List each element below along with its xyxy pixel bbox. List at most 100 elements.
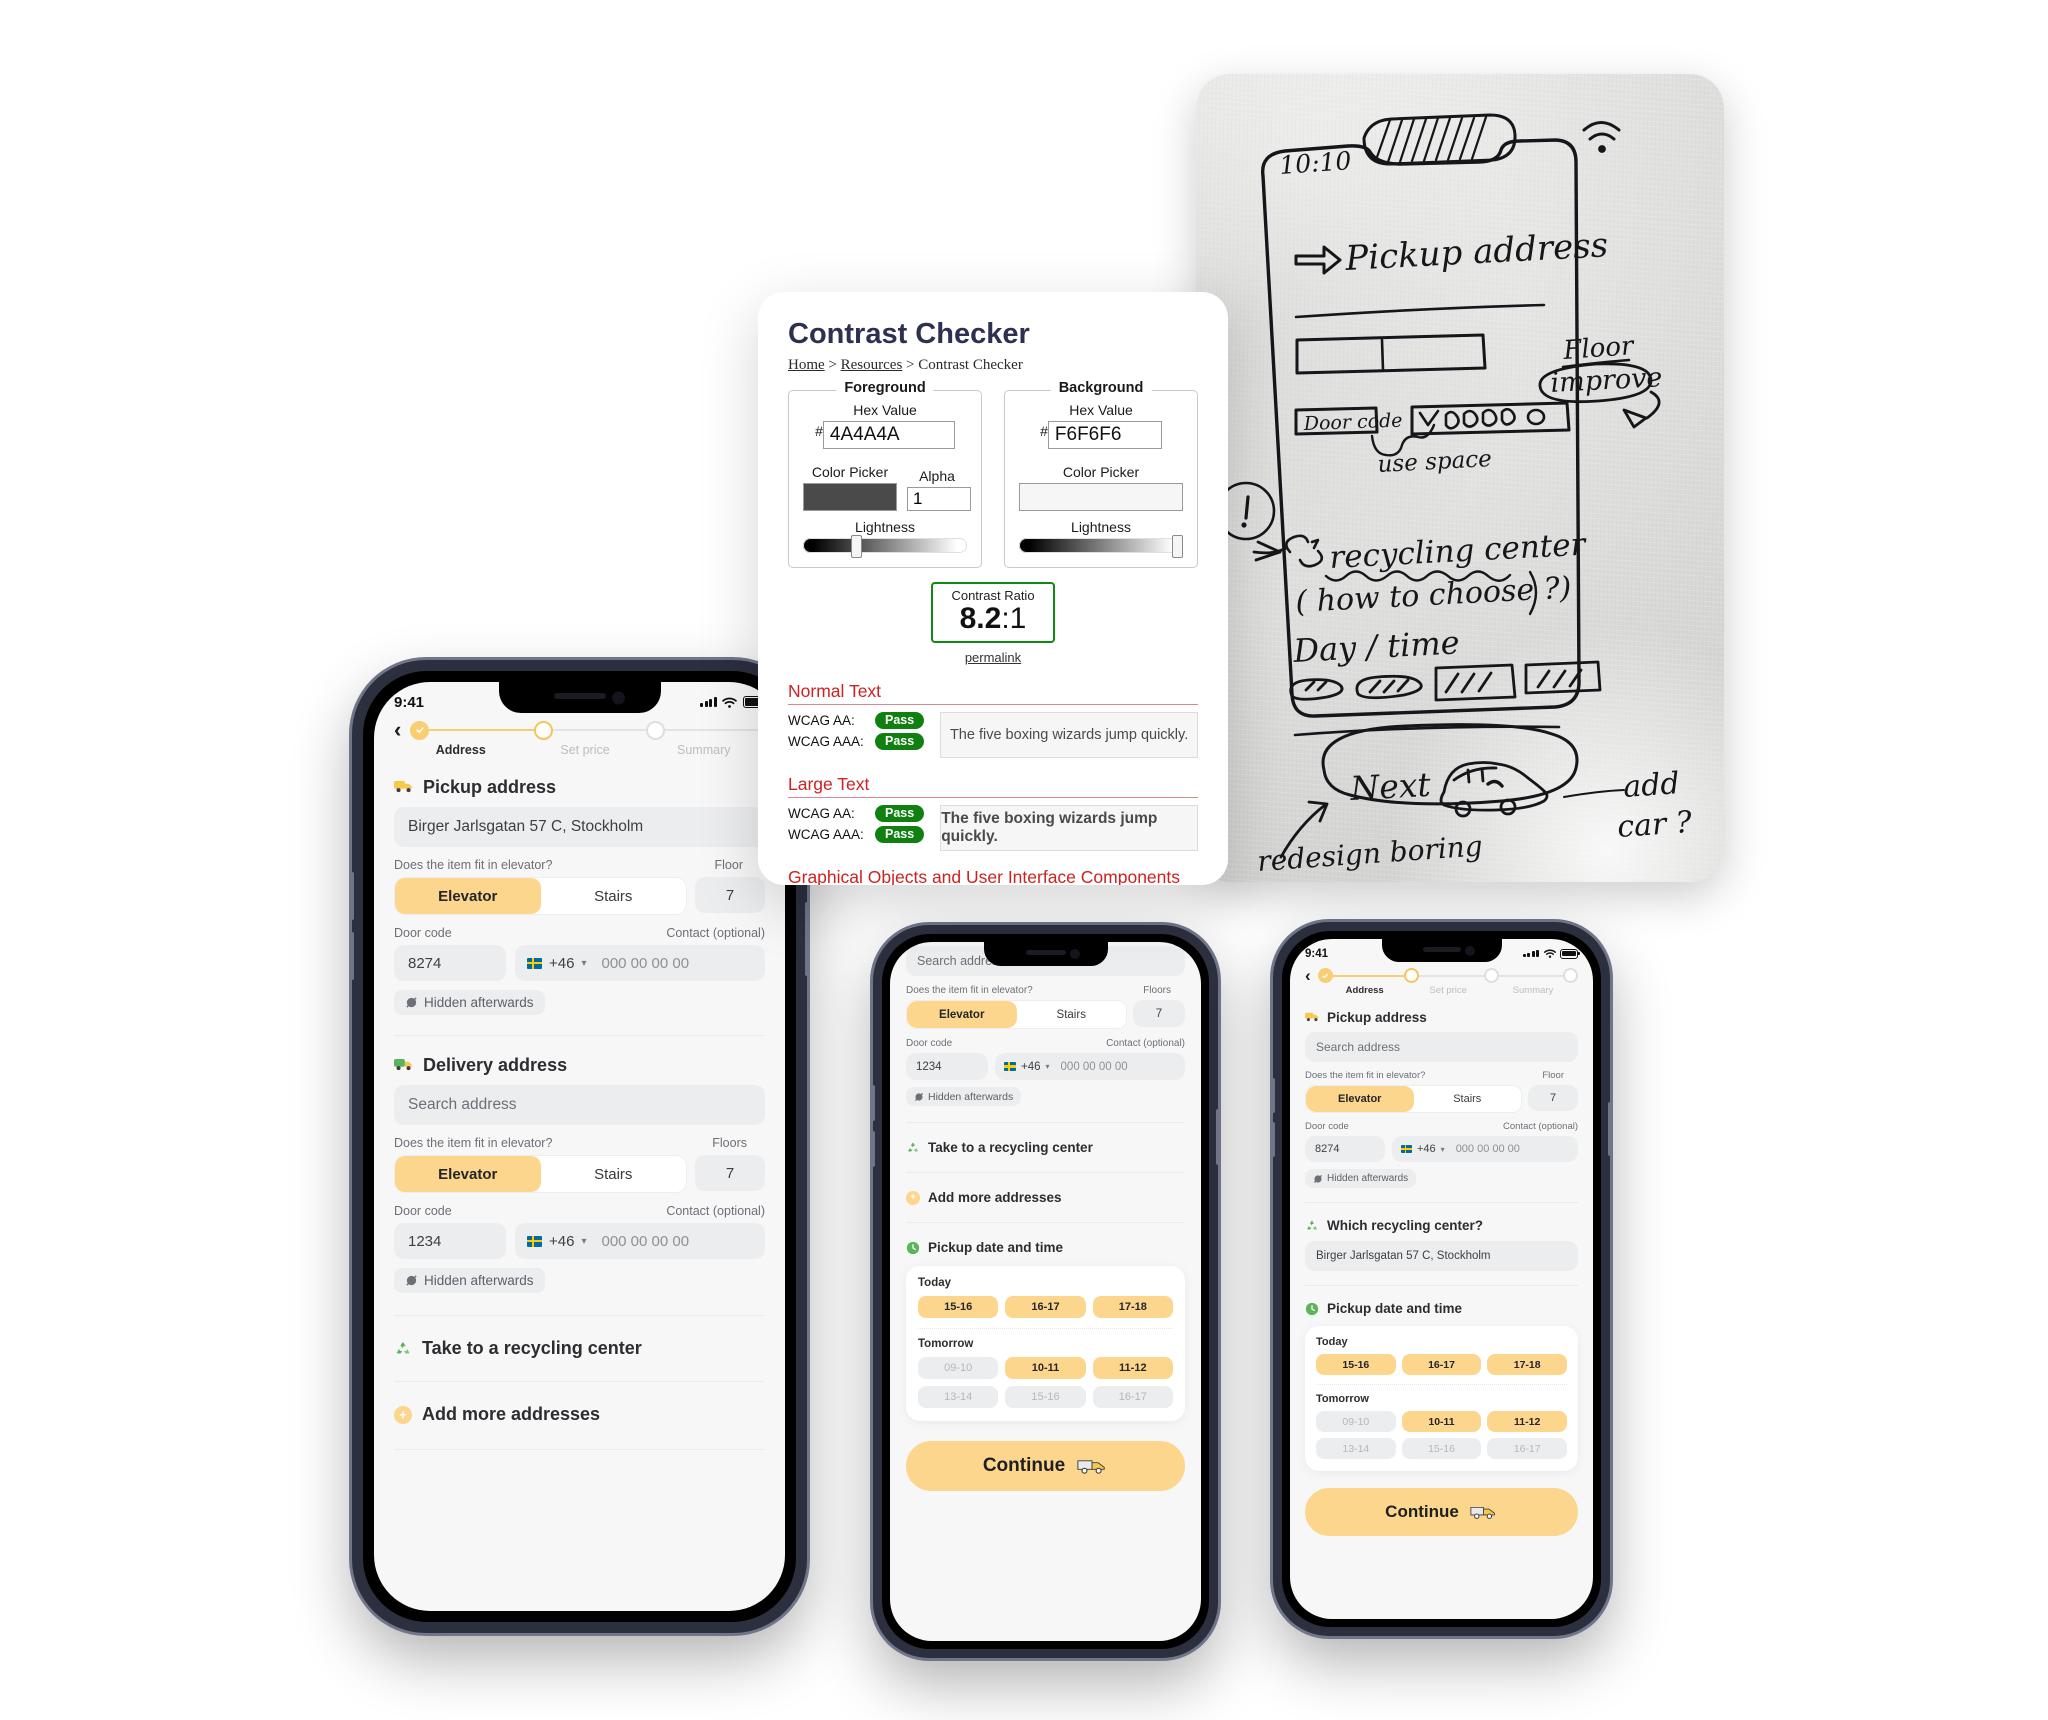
progress-stepper: ‹	[394, 719, 765, 741]
page-title: Contrast Checker	[788, 318, 1030, 350]
delivery-address-search[interactable]: Search address	[394, 1085, 765, 1125]
volume-up-button[interactable]	[873, 1085, 875, 1121]
dial-code: +46	[549, 954, 575, 972]
seg-elevator[interactable]: Elevator	[907, 1001, 1017, 1028]
background-color-swatch[interactable]	[1019, 483, 1183, 511]
continue-button[interactable]: Continue	[1305, 1488, 1578, 1536]
front-camera	[611, 691, 625, 704]
door-code-input[interactable]: 8274	[1305, 1136, 1385, 1162]
pickup-address-field[interactable]: Birger Jarlsgatan 57 C, Stockholm	[394, 807, 765, 847]
timeslot[interactable]: 16-17	[1487, 1438, 1568, 1459]
timeslot[interactable]: 17-18	[1092, 1296, 1173, 1318]
step-dot-address[interactable]	[1403, 968, 1419, 983]
timeslot[interactable]: 13-14	[1316, 1438, 1396, 1459]
continue-button[interactable]: Continue	[906, 1441, 1185, 1491]
clock-icon	[1305, 1302, 1319, 1315]
timeslot[interactable]: 15-16	[1005, 1386, 1086, 1408]
dial-code-delivery: +46	[549, 1232, 575, 1250]
back-chevron-icon[interactable]: ‹	[1305, 967, 1311, 984]
back-chevron-icon[interactable]: ‹	[394, 719, 401, 741]
chevron-down-icon[interactable]: ▾	[1046, 1062, 1050, 1071]
earpiece-speaker	[553, 692, 606, 699]
elevator-segmented-control-delivery: Elevator Stairs 7	[394, 1155, 765, 1193]
door-code-input-pickup[interactable]: 8274	[394, 945, 506, 981]
seg-stairs-delivery[interactable]: Stairs	[541, 1156, 687, 1192]
seg-stairs-pickup[interactable]: Stairs	[541, 878, 687, 914]
timeslot[interactable]: 11-12	[1092, 1357, 1173, 1379]
seg-elevator-delivery[interactable]: Elevator	[395, 1156, 541, 1192]
alpha-input[interactable]	[907, 487, 971, 511]
timeslot[interactable]: 11-12	[1487, 1411, 1568, 1432]
step-dot-setprice[interactable]	[646, 720, 666, 740]
timeslot[interactable]: 13-14	[918, 1386, 999, 1408]
seg-elevator[interactable]: Elevator	[1306, 1086, 1414, 1112]
background-hex-input[interactable]	[1047, 421, 1162, 449]
floor-input-pickup[interactable]: 7	[695, 877, 765, 913]
door-code-input[interactable]: 1234	[906, 1053, 988, 1080]
breadcrumb-resources[interactable]: Resources	[841, 357, 903, 373]
volume-down-button[interactable]	[352, 932, 354, 980]
timeslot[interactable]: 17-18	[1487, 1354, 1568, 1375]
door-code-input-delivery[interactable]: 1234	[394, 1223, 506, 1259]
step-dot-done[interactable]	[410, 720, 430, 740]
add-more-label: Add more addresses	[422, 1404, 601, 1424]
power-button[interactable]	[1608, 1102, 1610, 1156]
recycling-center-field[interactable]: Birger Jarlsgatan 57 C, Stockholm	[1305, 1241, 1578, 1271]
seg-stairs[interactable]: Stairs	[1414, 1086, 1522, 1112]
add-more-addresses-link[interactable]: + Add more addresses	[906, 1190, 1185, 1205]
seg-elevator-pickup[interactable]: Elevator	[395, 878, 541, 914]
pickup-address-search[interactable]: Search address	[1305, 1032, 1578, 1062]
power-button[interactable]	[1216, 1109, 1218, 1165]
volume-down-button[interactable]	[873, 1131, 875, 1167]
step-dot-setprice[interactable]	[1484, 968, 1500, 983]
step-dot-summary[interactable]	[1563, 968, 1578, 983]
breadcrumb-current: Contrast Checker	[918, 357, 1023, 373]
divider	[1305, 1285, 1578, 1286]
timeslot[interactable]: 15-16	[1401, 1438, 1482, 1459]
step-dot-address[interactable]	[534, 720, 554, 740]
recycling-center-link[interactable]: Take to a recycling center	[394, 1338, 765, 1359]
status-badge: Pass	[875, 732, 925, 750]
phone-number-placeholder: 000 00 00 00	[601, 954, 690, 972]
foreground-lightness-slider[interactable]	[803, 535, 967, 558]
timeslot[interactable]: 10-11	[1401, 1411, 1482, 1432]
recycling-center-link[interactable]: Take to a recycling center	[906, 1140, 1185, 1155]
timeslot[interactable]: 16-17	[1092, 1386, 1173, 1408]
power-button[interactable]	[805, 902, 807, 976]
breadcrumb-home[interactable]: Home	[788, 357, 825, 373]
breadcrumb: Home > Resources > Contrast Checker	[788, 357, 1198, 374]
foreground-color-swatch[interactable]	[803, 483, 897, 511]
chevron-down-icon[interactable]: ▾	[581, 958, 586, 969]
chevron-down-icon[interactable]: ▾	[1441, 1145, 1445, 1154]
foreground-hex-input[interactable]	[822, 421, 955, 449]
earpiece-speaker	[1025, 950, 1066, 956]
timeslot[interactable]: 09-10	[918, 1357, 999, 1379]
floor-input[interactable]: 7	[1528, 1085, 1578, 1111]
contact-phone-field[interactable]: +46 ▾ 000 00 00 00	[1392, 1136, 1578, 1162]
datetime-section-title: Pickup date and time	[906, 1240, 1185, 1255]
seg-stairs[interactable]: Stairs	[1017, 1001, 1127, 1028]
floor-input-delivery[interactable]: 7	[695, 1155, 765, 1191]
timeslot[interactable]: 16-17	[1005, 1296, 1086, 1318]
volume-up-button[interactable]	[1273, 1078, 1275, 1113]
door-code-label: Door code	[1305, 1121, 1349, 1132]
contact-phone-field[interactable]: +46 ▾ 000 00 00 00	[995, 1053, 1185, 1080]
chevron-down-icon[interactable]: ▾	[581, 1236, 586, 1247]
volume-up-button[interactable]	[352, 872, 354, 920]
step-dot-done[interactable]	[1317, 968, 1333, 983]
timeslot[interactable]: 15-16	[1316, 1354, 1396, 1375]
timeslot[interactable]: 15-16	[918, 1296, 999, 1318]
add-more-addresses-link[interactable]: + Add more addresses	[394, 1404, 765, 1425]
timeslot[interactable]: 16-17	[1401, 1354, 1482, 1375]
permalink-link[interactable]: permalink	[788, 650, 1198, 665]
phone-number-placeholder-delivery: 000 00 00 00	[601, 1232, 690, 1250]
timeslot[interactable]: 09-10	[1316, 1411, 1396, 1432]
contact-phone-field-pickup[interactable]: +46 ▾ 000 00 00 00	[515, 945, 765, 981]
timeslot[interactable]: 10-11	[1005, 1357, 1086, 1379]
contact-phone-field-delivery[interactable]: +46 ▾ 000 00 00 00	[515, 1223, 765, 1259]
background-lightness-slider[interactable]	[1019, 535, 1183, 558]
volume-down-button[interactable]	[1273, 1122, 1275, 1157]
slider-knob[interactable]	[850, 535, 862, 558]
slider-knob[interactable]	[1171, 535, 1183, 558]
floor-input[interactable]: 7	[1133, 1000, 1185, 1027]
